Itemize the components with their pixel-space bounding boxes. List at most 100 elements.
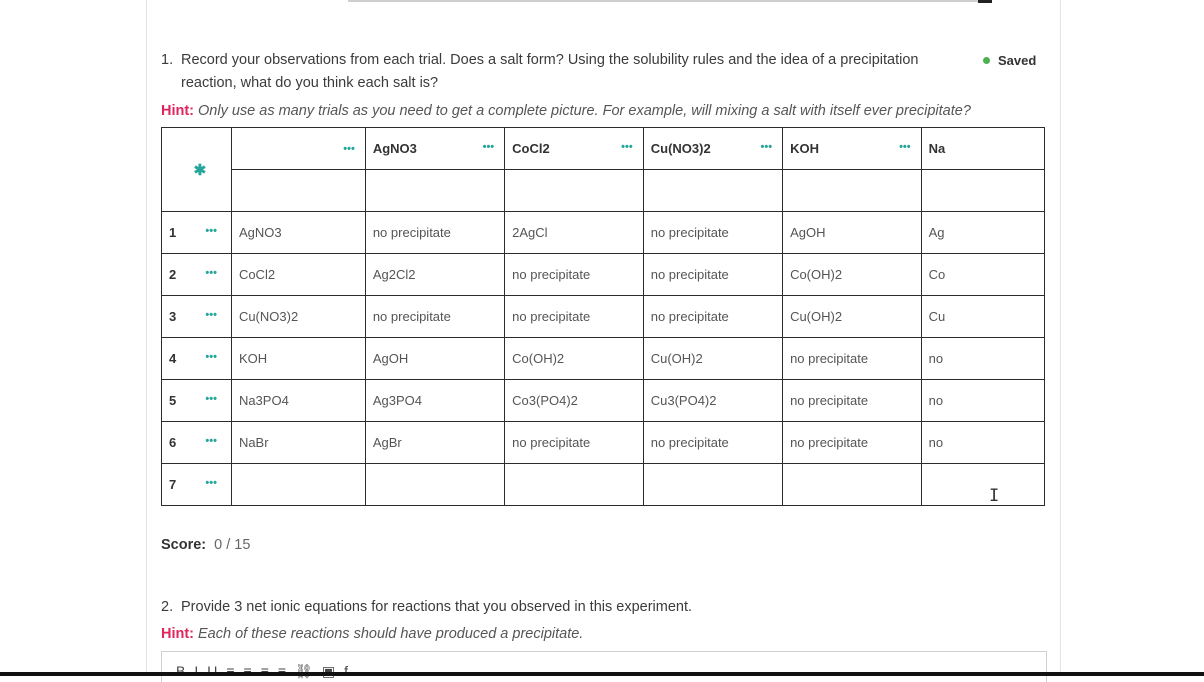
- saved-label: Saved: [998, 53, 1037, 68]
- table-cell[interactable]: no precipitate: [642, 295, 784, 338]
- table-cell[interactable]: Na3PO4: [230, 379, 366, 422]
- column-header[interactable]: Na: [920, 127, 1045, 170]
- table-settings-cell[interactable]: ✱: [161, 127, 232, 212]
- toolbar-button-icon[interactable]: ≡: [226, 663, 236, 679]
- toolbar-button-icon[interactable]: B: [176, 663, 187, 679]
- toolbar-button-icon[interactable]: ≡: [244, 663, 254, 679]
- table-row: 1 ••• AgNO3 no precipitate 2AgCl no precipita…: [161, 211, 1045, 254]
- table-cell[interactable]: no precipitate: [642, 253, 784, 296]
- row-number-cell[interactable]: 7 •••: [161, 463, 232, 506]
- table-cell[interactable]: no precipitate: [364, 295, 506, 338]
- row-number: 2: [169, 267, 177, 282]
- table-row: 4 ••• KOH AgOH Co(OH)2 Cu(OH)2 no precipitate n…: [161, 337, 1045, 380]
- table-cell[interactable]: 2AgCl: [504, 211, 644, 254]
- column-header[interactable]: Cu(NO3)2 •••: [642, 127, 784, 170]
- table-cell[interactable]: no: [920, 379, 1045, 422]
- column-menu-icon[interactable]: •••: [899, 141, 911, 153]
- table-cell[interactable]: Ag: [920, 211, 1045, 254]
- question-1-text-line2: reaction, what do you think each salt is…: [181, 75, 439, 91]
- answer-editor[interactable]: B I U ≡ ≡ ≡ ≡ ⛓ ▣ f: [161, 651, 1047, 682]
- column-menu-icon[interactable]: •••: [621, 141, 633, 153]
- table-cell[interactable]: Cu(NO3)2: [230, 295, 366, 338]
- table-cell[interactable]: Ag2Cl2: [364, 253, 506, 296]
- row-menu-icon[interactable]: •••: [205, 477, 217, 489]
- table-cell[interactable]: [364, 463, 506, 506]
- column-menu-icon[interactable]: •••: [343, 143, 355, 155]
- table-cell[interactable]: [230, 463, 366, 506]
- table-cell[interactable]: AgOH: [364, 337, 506, 380]
- toolbar-button-icon[interactable]: ⛓: [295, 663, 315, 679]
- table-cell[interactable]: CoCl2: [230, 253, 366, 296]
- score: Score: 0 / 15: [161, 537, 250, 553]
- text-cursor-icon: I: [989, 486, 1000, 506]
- toolbar-button-icon[interactable]: ≡: [278, 663, 288, 679]
- hint-text: Each of these reactions should have prod…: [198, 626, 584, 642]
- toolbar-button-icon[interactable]: ▣: [322, 663, 337, 679]
- row-menu-icon[interactable]: •••: [205, 435, 217, 447]
- column-menu-icon[interactable]: •••: [483, 141, 495, 153]
- row-number: 1: [169, 225, 177, 240]
- table-cell[interactable]: no precipitate: [504, 295, 644, 338]
- header-input-cell[interactable]: [230, 169, 366, 212]
- row-menu-icon[interactable]: •••: [205, 309, 217, 321]
- table-cell[interactable]: AgBr: [364, 421, 506, 464]
- column-header[interactable]: KOH •••: [782, 127, 922, 170]
- row-number-cell[interactable]: 2 •••: [161, 253, 232, 296]
- table-cell[interactable]: Cu3(PO4)2: [642, 379, 784, 422]
- table-cell[interactable]: [642, 463, 784, 506]
- toolbar-button-icon[interactable]: U: [207, 663, 219, 679]
- row-number-cell[interactable]: 4 •••: [161, 337, 232, 380]
- column-menu-icon[interactable]: •••: [761, 141, 773, 153]
- header-input-cell[interactable]: [782, 169, 922, 212]
- column-header[interactable]: AgNO3 •••: [364, 127, 506, 170]
- row-menu-icon[interactable]: •••: [205, 393, 217, 405]
- toolbar-button-icon[interactable]: ≡: [261, 663, 271, 679]
- table-cell[interactable]: no precipitate: [364, 211, 506, 254]
- table-cell[interactable]: Co(OH)2: [782, 253, 922, 296]
- table-cell[interactable]: [920, 463, 1045, 506]
- column-header[interactable]: CoCl2 •••: [504, 127, 644, 170]
- table-cell[interactable]: [504, 463, 644, 506]
- table-cell[interactable]: no: [920, 337, 1045, 380]
- table-cell[interactable]: Cu(OH)2: [642, 337, 784, 380]
- toolbar-button-icon[interactable]: f: [344, 663, 350, 679]
- table-cell[interactable]: Co(OH)2: [504, 337, 644, 380]
- table-cell[interactable]: Cu(OH)2: [782, 295, 922, 338]
- table-cell[interactable]: NaBr: [230, 421, 366, 464]
- row-number-cell[interactable]: 5 •••: [161, 379, 232, 422]
- toolbar-button-icon[interactable]: I: [194, 663, 200, 679]
- table-cell[interactable]: [782, 463, 922, 506]
- table-cell[interactable]: no precipitate: [642, 421, 784, 464]
- header-input-cell[interactable]: [642, 169, 784, 212]
- table-cell[interactable]: no precipitate: [642, 211, 784, 254]
- table-cell[interactable]: Co: [920, 253, 1045, 296]
- table-cell[interactable]: Cu: [920, 295, 1045, 338]
- table-cell[interactable]: no precipitate: [782, 421, 922, 464]
- column-header[interactable]: •••: [230, 127, 366, 170]
- table-cell[interactable]: no precipitate: [782, 379, 922, 422]
- row-number-cell[interactable]: 6 •••: [161, 421, 232, 464]
- row-menu-icon[interactable]: •••: [205, 351, 217, 363]
- table-row: 6 ••• NaBr AgBr no precipitate no precipitate…: [161, 421, 1045, 464]
- table-cell[interactable]: no precipitate: [504, 253, 644, 296]
- header-input-cell[interactable]: [364, 169, 506, 212]
- table-cell[interactable]: no: [920, 421, 1045, 464]
- table-cell[interactable]: Ag3PO4: [364, 379, 506, 422]
- table-cell[interactable]: Co3(PO4)2: [504, 379, 644, 422]
- table-cell[interactable]: AgNO3: [230, 211, 366, 254]
- table-cell[interactable]: AgOH: [782, 211, 922, 254]
- gear-icon[interactable]: ✱: [194, 162, 207, 179]
- table-cell[interactable]: KOH: [230, 337, 366, 380]
- row-menu-icon[interactable]: •••: [205, 267, 217, 279]
- row-number-cell[interactable]: 3 •••: [161, 295, 232, 338]
- header-input-cell[interactable]: [504, 169, 644, 212]
- hint-label: Hint:: [161, 103, 195, 119]
- column-header-label: Na: [928, 141, 946, 156]
- table-row: 5 ••• Na3PO4 Ag3PO4 Co3(PO4)2 Cu3(PO4)2 no pre…: [161, 379, 1045, 422]
- table-cell[interactable]: no precipitate: [782, 337, 922, 380]
- header-input-cell[interactable]: [920, 169, 1045, 212]
- table-cell[interactable]: no precipitate: [504, 421, 644, 464]
- row-menu-icon[interactable]: •••: [205, 225, 217, 237]
- row-number-cell[interactable]: 1 •••: [161, 211, 232, 254]
- table-row: 7 •••: [161, 463, 1045, 506]
